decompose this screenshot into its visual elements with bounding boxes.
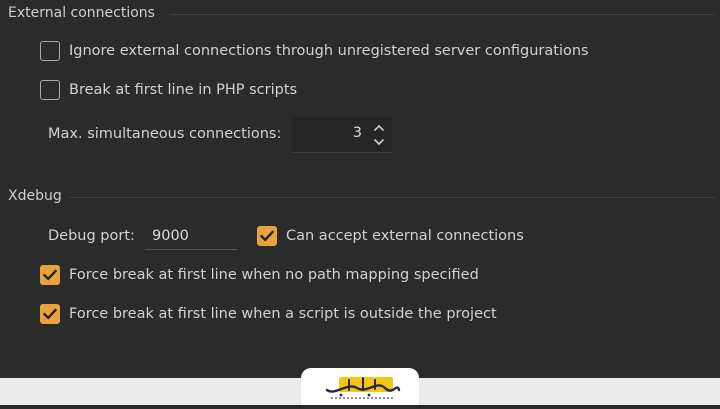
break-php-scripts-checkbox-row[interactable]: Break at first line in PHP scripts: [40, 80, 297, 100]
ignore-external-connections-checkbox-row[interactable]: Ignore external connections through unre…: [40, 41, 589, 61]
section-title-xdebug: Xdebug: [8, 188, 62, 204]
watermark-logo: [301, 368, 419, 405]
max-connections-value[interactable]: 3: [353, 125, 362, 141]
debug-port-input[interactable]: 9000: [145, 222, 237, 250]
ignore-external-connections-checkbox[interactable]: [40, 41, 60, 61]
logo-icon: [325, 377, 401, 399]
chevron-down-icon[interactable]: [372, 136, 386, 148]
break-php-scripts-checkbox[interactable]: [40, 80, 60, 100]
checkmark-icon: [43, 269, 57, 281]
break-php-scripts-label: Break at first line in PHP scripts: [69, 82, 298, 98]
debug-port-label: Debug port:: [48, 228, 135, 244]
checkmark-icon: [43, 308, 57, 320]
force-break-no-mapping-checkbox[interactable]: [40, 265, 60, 285]
force-break-no-mapping-checkbox-row[interactable]: Force break at first line when no path m…: [40, 265, 479, 285]
accept-external-connections-checkbox-row[interactable]: Can accept external connections: [257, 226, 524, 246]
force-break-outside-project-checkbox[interactable]: [40, 304, 60, 324]
settings-panel: External connections Ignore external con…: [0, 0, 720, 378]
accept-external-connections-label: Can accept external connections: [286, 228, 524, 244]
max-connections-spinner[interactable]: 3: [292, 117, 392, 153]
accept-external-connections-checkbox[interactable]: [257, 226, 277, 246]
checkmark-icon: [260, 230, 274, 242]
force-break-outside-project-label: Force break at first line when a script …: [69, 306, 497, 322]
section-title-external-connections: External connections: [8, 5, 155, 21]
force-break-outside-project-checkbox-row[interactable]: Force break at first line when a script …: [40, 304, 497, 324]
force-break-no-mapping-label: Force break at first line when no path m…: [69, 267, 479, 283]
section-divider: [170, 14, 715, 15]
max-connections-label: Max. simultaneous connections:: [48, 126, 282, 142]
chevron-up-icon[interactable]: [372, 122, 386, 134]
section-divider: [70, 197, 715, 198]
ignore-external-connections-label: Ignore external connections through unre…: [69, 43, 589, 59]
